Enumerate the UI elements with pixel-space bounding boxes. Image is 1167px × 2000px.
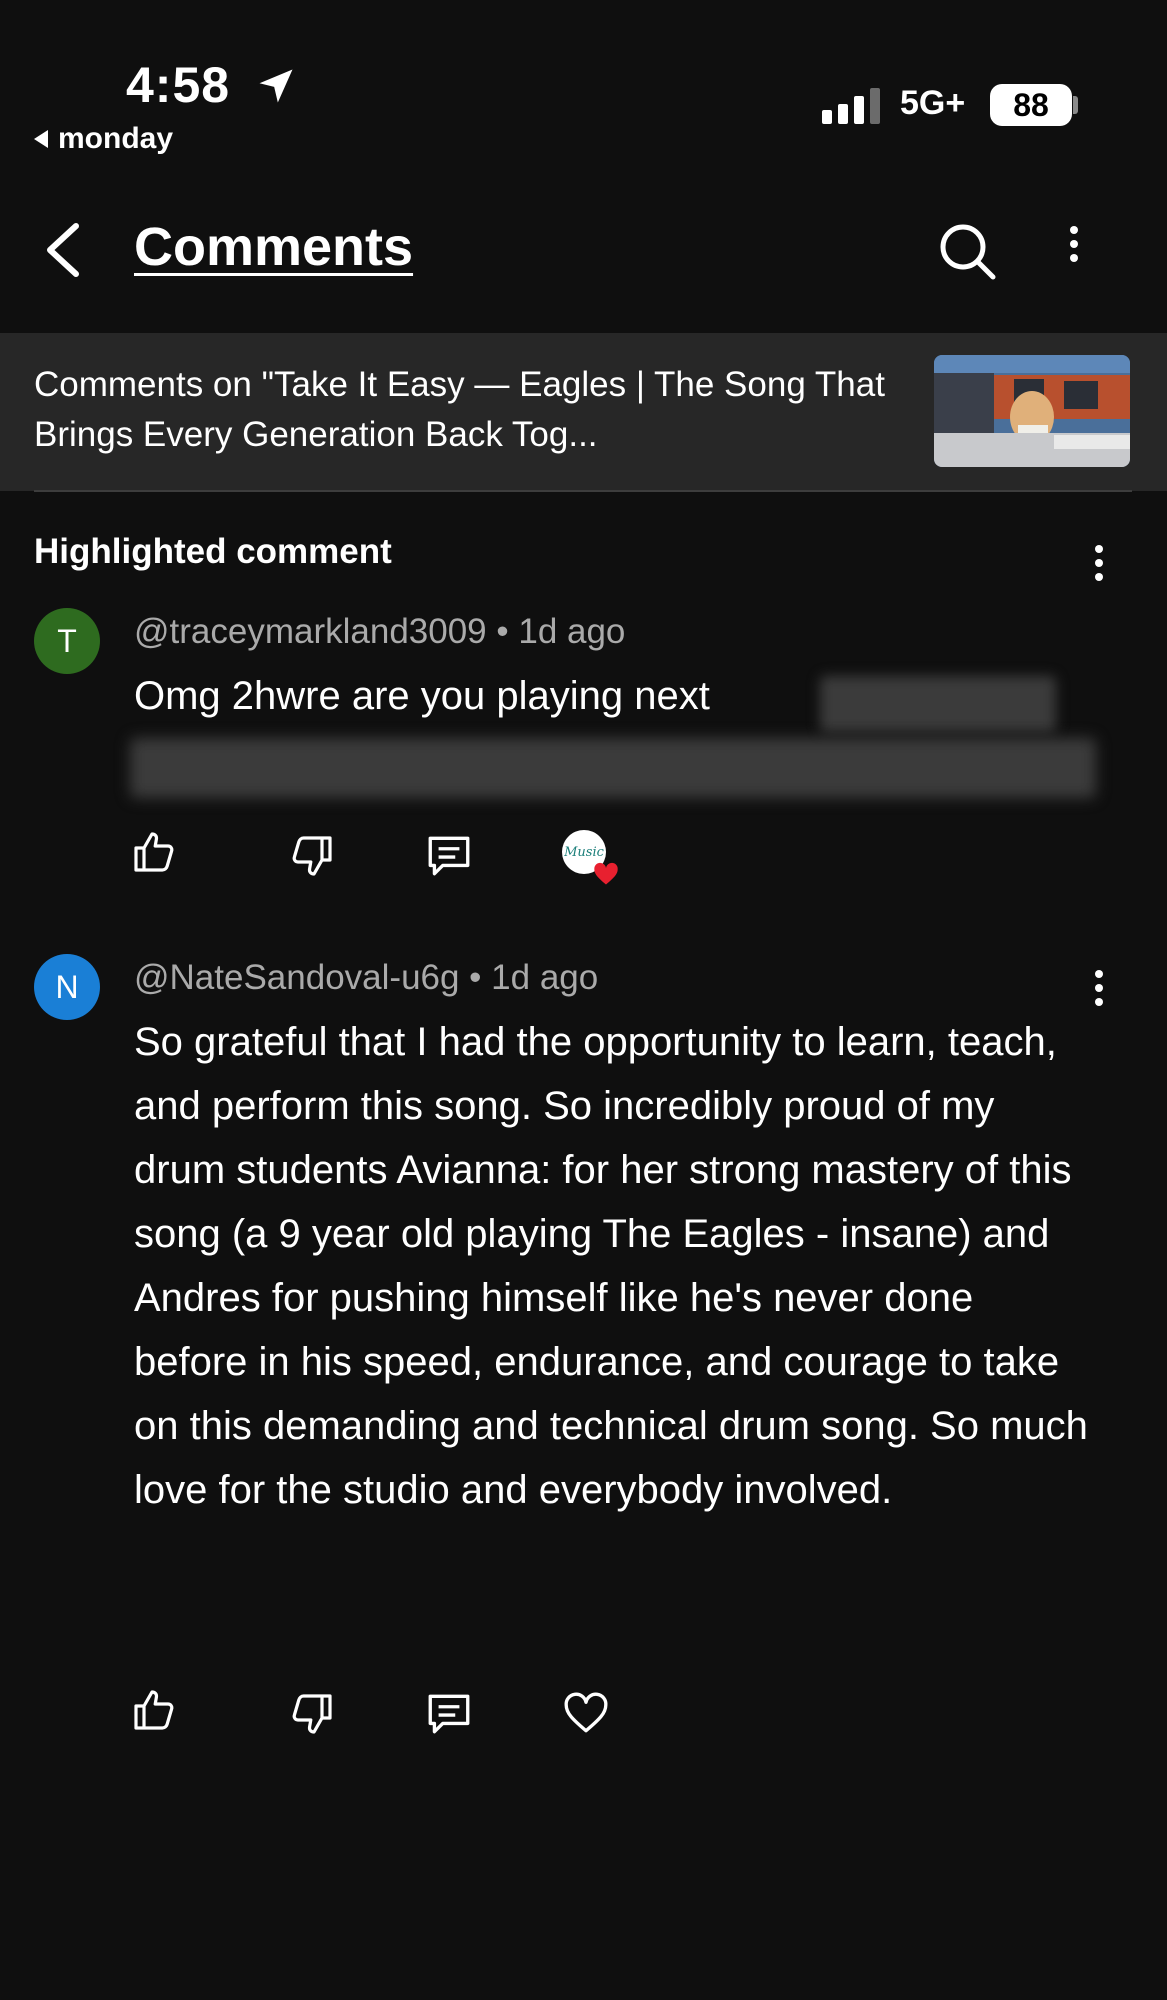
avatar[interactable]: T <box>34 608 100 674</box>
avatar[interactable]: N <box>34 954 100 1020</box>
comment-text: Omg 2hwre are you playing next <box>134 674 710 718</box>
search-icon[interactable] <box>936 220 1000 284</box>
back-triangle-icon <box>34 130 48 148</box>
creator-heart-badge: Music <box>562 830 618 885</box>
video-thumbnail[interactable] <box>934 355 1130 467</box>
banner-divider <box>34 490 1132 492</box>
status-time: 4:58 <box>126 57 231 113</box>
like-icon[interactable] <box>130 1686 178 1734</box>
thumbnail-image <box>934 355 1130 467</box>
highlighted-comment-label: Highlighted comment <box>34 532 392 571</box>
more-options-icon[interactable] <box>1070 226 1078 262</box>
network-type: 5G+ <box>900 84 966 122</box>
reply-icon[interactable] <box>424 830 474 880</box>
video-banner-title: Comments on "Take It Easy — Eagles | The… <box>34 365 885 454</box>
avatar-letter: N <box>55 968 79 1005</box>
dislike-icon[interactable] <box>288 1690 336 1738</box>
battery-indicator: 88 <box>990 84 1072 126</box>
back-to-app-link[interactable]: monday <box>34 122 173 156</box>
blurred-text <box>820 676 1056 732</box>
comment-more-icon[interactable] <box>1095 970 1103 1006</box>
battery-level: 88 <box>1013 86 1049 123</box>
location-arrow-icon <box>259 69 293 103</box>
cellular-signal-icon <box>822 88 880 124</box>
heart-icon <box>594 862 618 885</box>
avatar-letter: T <box>57 622 77 659</box>
back-arrow-icon[interactable] <box>40 218 88 282</box>
comment-text: So grateful that I had the opportunity t… <box>134 1020 1088 1512</box>
heart-icon[interactable] <box>560 1688 612 1738</box>
like-icon[interactable] <box>130 828 178 876</box>
page-title: Comments <box>134 217 414 277</box>
back-app-label: monday <box>58 122 174 155</box>
dislike-icon[interactable] <box>288 832 336 880</box>
blurred-text <box>130 738 1096 798</box>
comment-meta[interactable]: @traceymarkland3009 • 1d ago <box>134 612 625 652</box>
comment-meta[interactable]: @NateSandoval-u6g • 1d ago <box>134 958 598 998</box>
battery-tip <box>1073 96 1078 114</box>
reply-icon[interactable] <box>424 1688 474 1738</box>
highlighted-more-icon[interactable] <box>1095 545 1103 581</box>
